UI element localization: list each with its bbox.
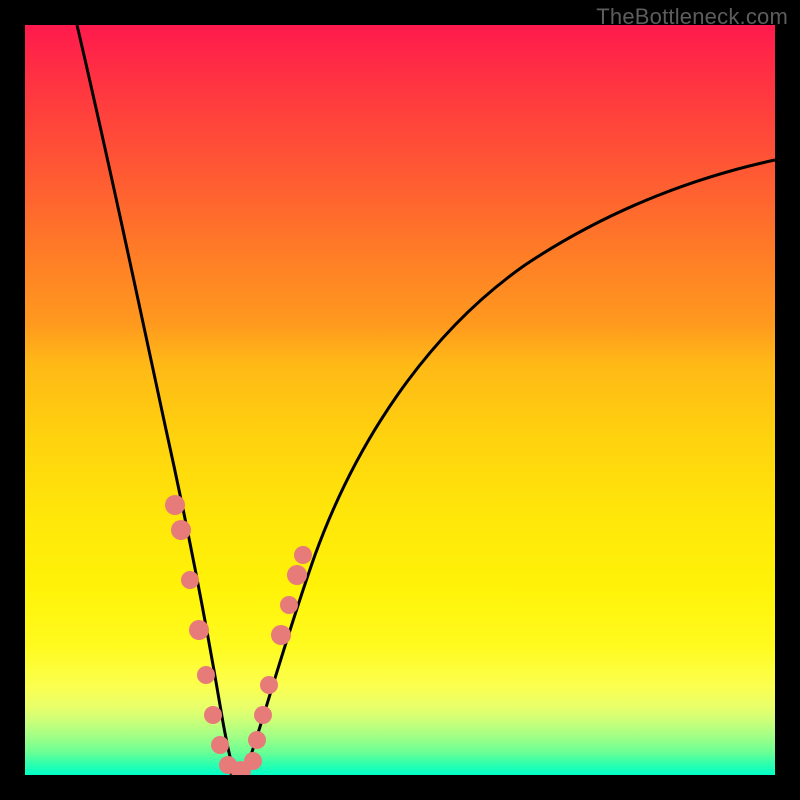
chart-frame: TheBottleneck.com [0, 0, 800, 800]
right-curve [245, 160, 775, 773]
plot-area [25, 25, 775, 775]
curve-markers [165, 495, 312, 775]
watermark-text: TheBottleneck.com [596, 4, 788, 30]
curve-canvas [25, 25, 775, 775]
left-curve [77, 25, 235, 775]
